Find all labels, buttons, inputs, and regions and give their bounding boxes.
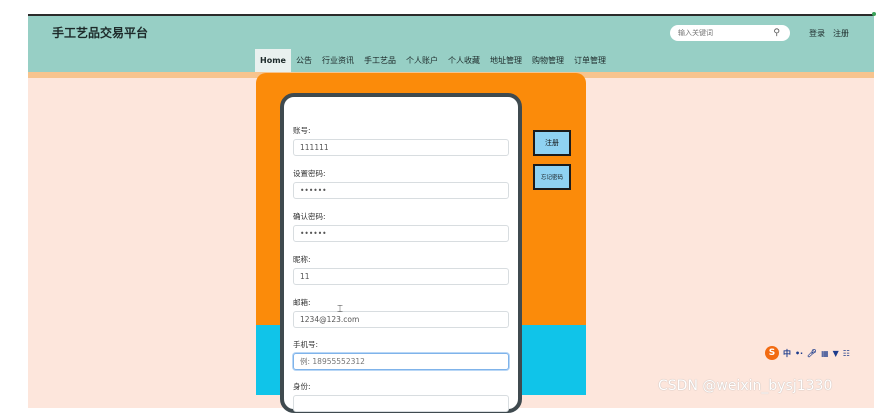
status-dot-icon bbox=[872, 12, 876, 16]
ime-logo-icon[interactable]: S bbox=[765, 346, 779, 360]
header: 手工艺品交易平台 ⚲ 登录 注册 Home 公告 行业资讯 手工艺品 个人账户 … bbox=[28, 16, 874, 72]
phone-label: 手机号: bbox=[293, 340, 319, 349]
text-cursor-icon: ⌶ bbox=[337, 304, 343, 315]
ime-toolbar[interactable]: S 中 •‧ 🎤︎ ▦ ▼ ☷ bbox=[765, 345, 850, 361]
nav-item-announcement[interactable]: 公告 bbox=[291, 49, 317, 72]
role-label: 身份: bbox=[293, 382, 311, 391]
forgot-password-button[interactable]: 忘记密码 bbox=[533, 164, 571, 190]
ime-language[interactable]: 中 bbox=[783, 348, 791, 359]
search-box: ⚲ bbox=[670, 25, 790, 41]
grid-icon[interactable]: ☷ bbox=[843, 349, 850, 358]
nav-item-account[interactable]: 个人账户 bbox=[401, 49, 443, 72]
nav-item-orders[interactable]: 订单管理 bbox=[569, 49, 611, 72]
nav-item-favorites[interactable]: 个人收藏 bbox=[443, 49, 485, 72]
site-title: 手工艺品交易平台 bbox=[52, 26, 149, 40]
role-input[interactable] bbox=[293, 395, 509, 412]
skin-icon[interactable]: ▼ bbox=[833, 349, 839, 358]
keyboard-icon[interactable]: ▦ bbox=[821, 349, 829, 358]
nav-item-industry-news[interactable]: 行业资讯 bbox=[317, 49, 359, 72]
nickname-input[interactable] bbox=[293, 268, 509, 285]
account-input[interactable] bbox=[293, 139, 509, 156]
register-button[interactable]: 注册 bbox=[533, 130, 571, 156]
login-link[interactable]: 登录 bbox=[809, 28, 825, 39]
nav-item-home[interactable]: Home bbox=[255, 49, 291, 72]
watermark: CSDN @weixin_bysj1330 bbox=[658, 378, 833, 394]
right-edge bbox=[874, 0, 890, 408]
email-input[interactable] bbox=[293, 311, 509, 328]
confirm-password-input[interactable] bbox=[293, 225, 509, 242]
password-label: 设置密码: bbox=[293, 169, 326, 178]
nav-item-address[interactable]: 地址管理 bbox=[485, 49, 527, 72]
mic-icon[interactable]: 🎤︎ bbox=[807, 349, 817, 358]
search-input[interactable] bbox=[678, 26, 768, 40]
confirm-password-label: 确认密码: bbox=[293, 212, 326, 221]
nickname-label: 昵称: bbox=[293, 255, 311, 264]
account-label: 账号: bbox=[293, 126, 311, 135]
register-form: 账号: 设置密码: 确认密码: 昵称: 邮箱: 手机号: 身份: bbox=[280, 93, 522, 413]
phone-input[interactable] bbox=[293, 353, 509, 370]
search-icon[interactable]: ⚲ bbox=[773, 27, 780, 39]
nav-item-shopping[interactable]: 购物管理 bbox=[527, 49, 569, 72]
punctuation-icon[interactable]: •‧ bbox=[795, 349, 803, 358]
register-link[interactable]: 注册 bbox=[833, 28, 849, 39]
password-input[interactable] bbox=[293, 182, 509, 199]
main-nav: Home 公告 行业资讯 手工艺品 个人账户 个人收藏 地址管理 购物管理 订单… bbox=[255, 49, 611, 72]
email-label: 邮箱: bbox=[293, 298, 311, 307]
nav-item-handicrafts[interactable]: 手工艺品 bbox=[359, 49, 401, 72]
